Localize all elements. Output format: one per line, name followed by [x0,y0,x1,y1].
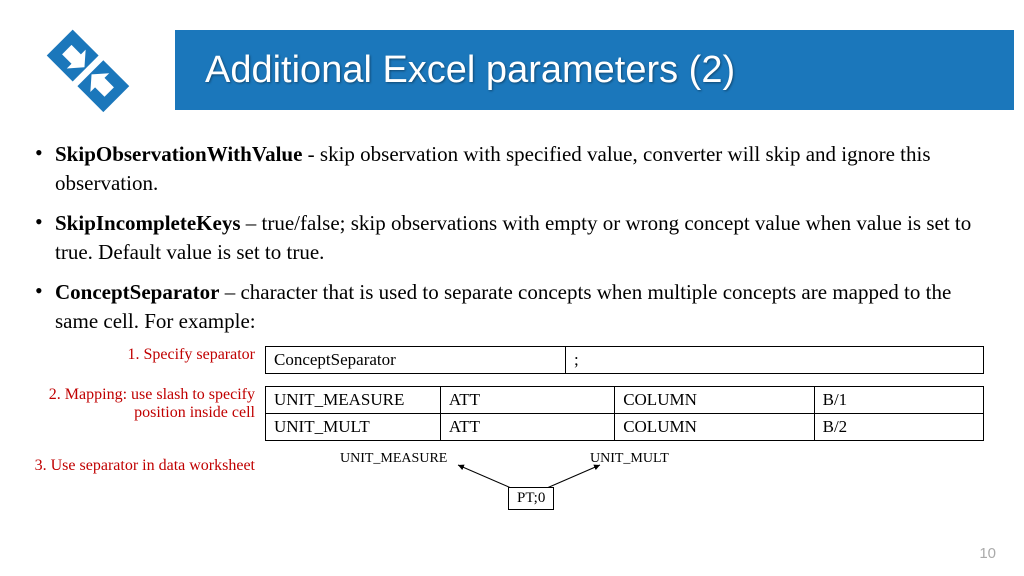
bullet-3: ConceptSeparator – character that is use… [30,278,984,337]
cell: UNIT_MEASURE [266,387,441,414]
mapping-table: UNIT_MEASURE ATT COLUMN B/1 UNIT_MULT AT… [265,386,984,441]
cell: UNIT_MULT [266,414,441,441]
example-row-2: 2. Mapping: use slash to specify positio… [30,386,984,441]
annotation-2: 2. Mapping: use slash to specify positio… [30,386,255,422]
cell: ConceptSeparator [266,347,566,374]
cell: ; [566,347,984,374]
cell: COLUMN [615,387,814,414]
table-row: UNIT_MEASURE ATT COLUMN B/1 [266,387,984,414]
logo-icon [28,25,148,125]
slide-content: SkipObservationWithValue - skip observat… [30,140,984,521]
bullet-1: SkipObservationWithValue - skip observat… [30,140,984,199]
table-row: ConceptSeparator ; [266,347,984,374]
example-row-1: 1. Specify separator ConceptSeparator ; [30,346,984,374]
annotation-3: 3. Use separator in data worksheet [30,457,255,475]
annotation-1: 1. Specify separator [30,346,255,364]
bullet-sep: – [241,211,262,235]
page-number: 10 [979,545,996,562]
table-row: UNIT_MULT ATT COLUMN B/2 [266,414,984,441]
example-row-3: 3. Use separator in data worksheet UNIT_… [30,451,984,521]
cell: ATT [440,414,614,441]
diagram: UNIT_MEASURE UNIT_MULT PT;0 [330,451,750,521]
cell: COLUMN [615,414,814,441]
cell: B/1 [814,387,983,414]
bullet-term: ConceptSeparator [55,280,219,304]
cell: B/2 [814,414,983,441]
bullet-sep: - [302,142,320,166]
bullet-term: SkipIncompleteKeys [55,211,241,235]
bullet-2: SkipIncompleteKeys – true/false; skip ob… [30,209,984,268]
separator-table: ConceptSeparator ; [265,346,984,374]
slide-title-bar: Additional Excel parameters (2) [175,30,1014,110]
cell: ATT [440,387,614,414]
bullet-term: SkipObservationWithValue [55,142,302,166]
diagram-value-box: PT;0 [508,487,554,510]
slide-title: Additional Excel parameters (2) [205,49,735,92]
bullet-sep: – [219,280,240,304]
